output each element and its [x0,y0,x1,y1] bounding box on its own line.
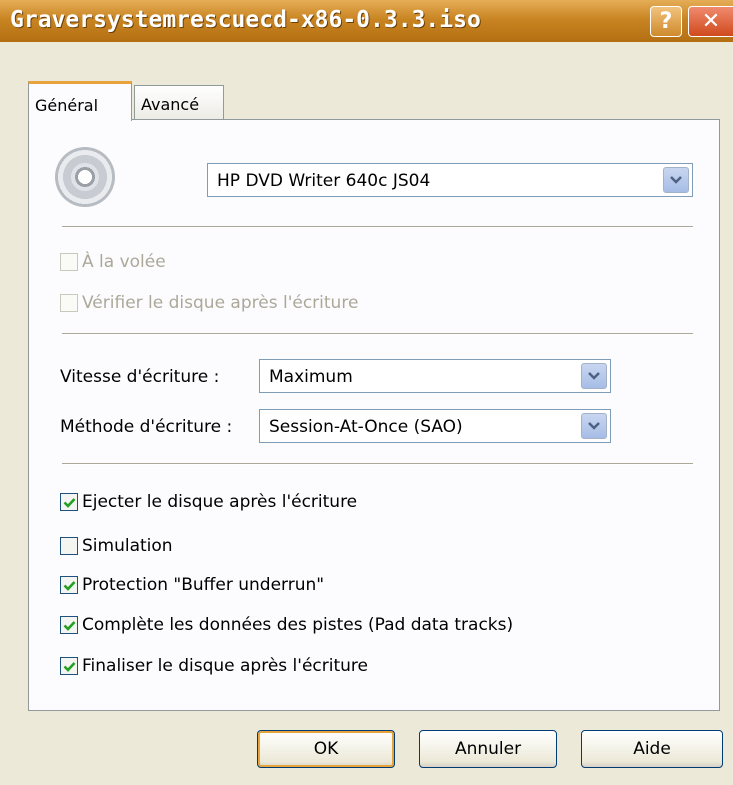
on-the-fly-checkbox[interactable]: À la volée [60,250,166,274]
close-icon: ✕ [701,9,721,34]
on-the-fly-label: À la volée [82,252,166,272]
drive-select[interactable]: HP DVD Writer 640c JS04 [207,163,693,197]
buffer-underrun-checkbox[interactable]: Protection "Buffer underrun" [60,573,324,597]
finalize-disc-checkbox[interactable]: Finaliser le disque après l'écriture [60,654,368,678]
check-icon [63,661,75,672]
write-method-value: Session-At-Once (SAO) [269,417,463,437]
chevron-down-icon[interactable] [663,167,689,193]
drive-select-value: HP DVD Writer 640c JS04 [217,171,431,191]
checkbox-box [60,253,78,271]
cancel-button[interactable]: Annuler [419,730,557,768]
tab-advanced[interactable]: Avancé [134,85,224,120]
checkbox-box [60,576,78,594]
check-icon [63,580,75,591]
verify-disc-label: Vérifier le disque après l'écriture [82,293,359,313]
tab-general[interactable]: Général [28,81,132,121]
eject-disc-label: Ejecter le disque après l'écriture [82,492,358,512]
write-method-label: Méthode d'écriture : [60,417,233,437]
cd-icon [55,147,115,207]
check-icon [63,497,75,508]
simulation-label: Simulation [82,536,173,556]
help-button[interactable]: Aide [581,730,723,768]
buffer-underrun-label: Protection "Buffer underrun" [82,575,325,595]
finalize-disc-label: Finaliser le disque après l'écriture [82,656,368,676]
checkbox-box [60,616,78,634]
ok-button[interactable]: OK [257,730,395,768]
write-speed-value: Maximum [269,367,353,387]
burn-dialog: Graversystemrescuecd-x86-0.3.3.iso ? ✕ G… [0,0,733,785]
verify-disc-checkbox[interactable]: Vérifier le disque après l'écriture [60,291,358,315]
separator [62,463,693,465]
help-title-button[interactable]: ? [650,6,682,37]
write-speed-select[interactable]: Maximum [259,359,611,393]
separator [62,333,693,335]
simulation-checkbox[interactable]: Simulation [60,534,173,558]
checkbox-box [60,657,78,675]
window-title: Graversystemrescuecd-x86-0.3.3.iso [10,7,481,33]
close-button[interactable]: ✕ [688,6,733,37]
title-bar[interactable]: Graversystemrescuecd-x86-0.3.3.iso ? ✕ [0,0,733,42]
checkbox-box [60,537,78,555]
check-icon [63,620,75,631]
chevron-down-icon[interactable] [581,363,607,389]
checkbox-box [60,294,78,312]
checkbox-box [60,493,78,511]
chevron-down-icon[interactable] [581,413,607,439]
write-method-select[interactable]: Session-At-Once (SAO) [259,409,611,443]
pad-data-tracks-label: Complète les données des pistes (Pad dat… [82,615,514,635]
write-speed-label: Vitesse d'écriture : [60,367,220,387]
separator [62,226,693,228]
eject-disc-checkbox[interactable]: Ejecter le disque après l'écriture [60,490,357,514]
pad-data-tracks-checkbox[interactable]: Complète les données des pistes (Pad dat… [60,613,513,637]
